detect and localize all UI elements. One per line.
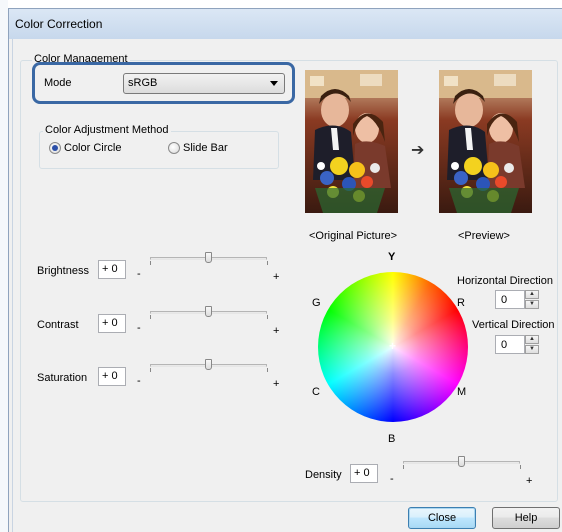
slide-bar-label[interactable]: Slide Bar [183,142,228,154]
contrast-tick [150,315,151,319]
horizontal-direction-spinner[interactable]: 0 ▲ ▼ [495,290,541,309]
original-picture-label: <Original Picture> [309,230,398,242]
preview-photo [439,70,532,213]
contrast-input[interactable]: + 0 [98,314,126,333]
contrast-plus: + [273,325,280,337]
adjustment-method-legend: Color Adjustment Method [43,124,171,136]
color-circle-radio[interactable] [49,142,61,154]
vertical-direction-buttons: ▲ ▼ [525,335,539,354]
density-plus: + [526,475,533,487]
contrast-value: + 0 [102,317,118,329]
window-title: Color Correction [15,17,103,31]
close-button[interactable]: Close [408,507,476,529]
brightness-minus: - [137,268,141,280]
density-input[interactable]: + 0 [350,464,378,483]
couple-bouquet-preview-image [439,70,532,213]
density-tick [403,465,404,469]
background-strip [0,0,8,532]
spin-down-icon[interactable]: ▼ [525,300,539,309]
spin-down-icon[interactable]: ▼ [525,345,539,354]
saturation-tick [150,368,151,372]
couple-bouquet-image [305,70,398,213]
right-arrow-icon: ➔ [411,142,425,159]
spin-up-icon[interactable]: ▲ [525,290,539,299]
saturation-slider-thumb[interactable] [205,359,212,370]
brightness-tick [267,261,268,265]
color-label-b: B [388,433,396,445]
brightness-input[interactable]: + 0 [98,260,126,279]
saturation-value: + 0 [102,370,118,382]
mode-label: Mode [44,77,72,89]
spin-up-icon[interactable]: ▲ [525,335,539,344]
title-bar[interactable]: Color Correction [9,9,562,39]
vertical-direction-input[interactable]: 0 [495,335,525,354]
dialog-body: Color Management Mode sRGB Color Adjustm… [12,39,562,532]
contrast-slider-thumb[interactable] [205,306,212,317]
density-minus: - [390,473,394,485]
saturation-plus: + [273,378,280,390]
brightness-value: + 0 [102,263,118,275]
color-label-y: Y [388,251,396,263]
horizontal-direction-input[interactable]: 0 [495,290,525,309]
brightness-tick [150,261,151,265]
preview-label: <Preview> [458,230,510,242]
saturation-input[interactable]: + 0 [98,367,126,386]
density-slider-thumb[interactable] [458,456,465,467]
horizontal-direction-label: Horizontal Direction [457,275,553,287]
saturation-tick [267,368,268,372]
color-label-m: M [457,386,467,398]
density-label: Density [305,469,342,481]
brightness-slider-thumb[interactable] [205,252,212,263]
density-value: + 0 [354,467,370,479]
contrast-tick [267,315,268,319]
contrast-label: Contrast [37,319,79,331]
help-button[interactable]: Help [492,507,560,529]
mode-select-value: sRGB [128,77,158,89]
contrast-minus: - [137,322,141,334]
horizontal-direction-buttons: ▲ ▼ [525,290,539,309]
color-label-r: R [457,297,465,309]
mode-select[interactable]: sRGB [123,73,285,94]
vertical-direction-spinner[interactable]: 0 ▲ ▼ [495,335,541,354]
density-tick [520,465,521,469]
color-label-g: G [312,297,321,309]
vertical-direction-label: Vertical Direction [472,319,555,331]
chevron-down-icon [270,81,278,86]
original-photo [305,70,398,213]
saturation-minus: - [137,375,141,387]
color-correction-dialog: Color Correction Color Management Mode s… [8,8,562,532]
color-circle-label[interactable]: Color Circle [64,142,121,154]
center-crosshair[interactable]: + [389,339,396,353]
brightness-label: Brightness [37,265,89,277]
saturation-label: Saturation [37,372,88,384]
color-label-c: C [312,386,320,398]
brightness-plus: + [273,271,280,283]
slide-bar-radio[interactable] [168,142,180,154]
